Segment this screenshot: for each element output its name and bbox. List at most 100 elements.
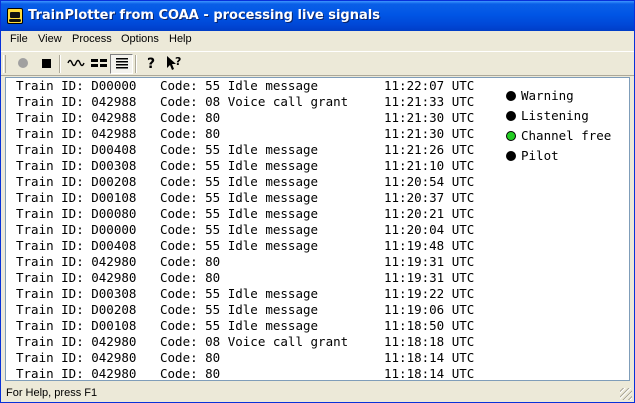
code-cell: Code: 08 Voice call grant xyxy=(160,334,349,349)
record-circle-icon xyxy=(16,56,30,73)
help-button[interactable]: ? xyxy=(139,54,162,74)
context-help-pointer-icon: ? xyxy=(165,55,183,74)
timestamp-cell: 11:19:31 UTC xyxy=(384,254,475,269)
train-id-cell: Train ID: D00108 xyxy=(16,318,137,333)
title-bar[interactable]: TrainPlotter from COAA - processing live… xyxy=(1,1,634,31)
toolbar-separator xyxy=(135,55,137,73)
train-id-cell: Train ID: D00308 xyxy=(16,158,137,173)
code-cell: Code: 55 Idle message xyxy=(160,238,319,253)
svg-text:?: ? xyxy=(175,55,181,68)
indicator-channel-free: Channel free xyxy=(506,126,611,146)
train-id-cell: Train ID: D00408 xyxy=(16,238,137,253)
menu-help[interactable]: Help xyxy=(166,33,195,45)
code-cell: Code: 55 Idle message xyxy=(160,206,319,221)
indicator-pilot: Pilot xyxy=(506,146,611,166)
train-id-cell: Train ID: 042980 xyxy=(16,254,137,269)
indicator-label: Warning xyxy=(521,88,574,103)
indicator-warning: Warning xyxy=(506,86,611,106)
code-cell: Code: 55 Idle message xyxy=(160,190,319,205)
train-id-cell: Train ID: D00000 xyxy=(16,222,137,237)
status-text: For Help, press F1 xyxy=(6,387,98,399)
timestamp-cell: 11:19:31 UTC xyxy=(384,270,475,285)
train-id-cell: Train ID: 042988 xyxy=(16,126,137,141)
code-cell: Code: 55 Idle message xyxy=(160,158,319,173)
code-cell: Code: 80 xyxy=(160,254,221,269)
list-view-button[interactable] xyxy=(110,54,133,74)
code-cell: Code: 55 Idle message xyxy=(160,142,319,157)
toolbar-grip[interactable] xyxy=(3,55,6,73)
menu-view[interactable]: View xyxy=(35,33,65,45)
train-id-cell: Train ID: D00108 xyxy=(16,190,137,205)
status-led-icon xyxy=(506,131,516,141)
indicator-label: Listening xyxy=(521,108,589,123)
status-bar: For Help, press F1 xyxy=(1,384,634,402)
train-id-cell: Train ID: D00408 xyxy=(16,142,137,157)
timestamp-cell: 11:18:14 UTC xyxy=(384,350,475,365)
menu-bar: File View Process Options Help xyxy=(1,31,634,50)
waveform-icon xyxy=(66,56,85,73)
code-cell: Code: 55 Idle message xyxy=(160,78,319,93)
indicator-label: Pilot xyxy=(521,148,559,163)
timestamp-cell: 11:21:30 UTC xyxy=(384,126,475,141)
waveform-button[interactable] xyxy=(64,54,87,74)
timestamp-cell: 11:18:50 UTC xyxy=(384,318,475,333)
timestamp-cell: 11:19:06 UTC xyxy=(384,302,475,317)
train-id-cell: Train ID: D00080 xyxy=(16,206,137,221)
train-id-cell: Train ID: 042988 xyxy=(16,110,137,125)
timestamp-cell: 11:19:22 UTC xyxy=(384,286,475,301)
code-cell: Code: 55 Idle message xyxy=(160,222,319,237)
train-id-cell: Train ID: D00308 xyxy=(16,286,137,301)
toolbar-separator xyxy=(59,55,61,73)
stop-button[interactable] xyxy=(34,54,57,74)
train-id-cell: Train ID: 042980 xyxy=(16,350,137,365)
timestamp-cell: 11:20:54 UTC xyxy=(384,174,475,189)
list-lines-icon xyxy=(115,56,129,73)
train-id-cell: Train ID: 042980 xyxy=(16,366,137,381)
toolbar: ? ? xyxy=(1,51,634,76)
train-id-cell: Train ID: D00000 xyxy=(16,78,137,93)
split-view-button[interactable] xyxy=(87,54,110,74)
timestamp-cell: 11:18:14 UTC xyxy=(384,366,475,381)
timestamp-cell: 11:18:18 UTC xyxy=(384,334,475,349)
train-id-cell: Train ID: D00208 xyxy=(16,174,137,189)
timestamp-cell: 11:21:33 UTC xyxy=(384,94,475,109)
status-led-icon xyxy=(506,151,516,161)
code-cell: Code: 55 Idle message xyxy=(160,318,319,333)
code-cell: Code: 80 xyxy=(160,126,221,141)
indicator-listening: Listening xyxy=(506,106,611,126)
code-cell: Code: 08 Voice call grant xyxy=(160,94,349,109)
indicator-label: Channel free xyxy=(521,128,612,143)
code-cell: Code: 80 xyxy=(160,366,221,381)
svg-text:?: ? xyxy=(147,56,155,71)
status-led-icon xyxy=(506,91,516,101)
stop-square-icon xyxy=(39,56,53,73)
menu-options[interactable]: Options xyxy=(118,33,162,45)
context-help-button[interactable]: ? xyxy=(162,54,185,74)
timestamp-cell: 11:20:04 UTC xyxy=(384,222,475,237)
train-id-cell: Train ID: D00208 xyxy=(16,302,137,317)
train-app-icon[interactable] xyxy=(7,8,23,24)
window-title: TrainPlotter from COAA - processing live… xyxy=(28,8,380,23)
timestamp-cell: 11:21:26 UTC xyxy=(384,142,475,157)
code-cell: Code: 55 Idle message xyxy=(160,174,319,189)
split-view-icon xyxy=(90,56,108,73)
timestamp-cell: 11:20:37 UTC xyxy=(384,190,475,205)
train-id-cell: Train ID: 042980 xyxy=(16,270,137,285)
train-id-cell: Train ID: 042980 xyxy=(16,334,137,349)
record-button[interactable] xyxy=(11,54,34,74)
code-cell: Code: 80 xyxy=(160,110,221,125)
indicator-panel: Warning Listening Channel free Pilot xyxy=(506,86,611,166)
timestamp-cell: 11:19:48 UTC xyxy=(384,238,475,253)
resize-grip[interactable] xyxy=(620,388,632,400)
timestamp-cell: 11:21:10 UTC xyxy=(384,158,475,173)
help-question-icon: ? xyxy=(144,55,158,74)
code-cell: Code: 80 xyxy=(160,350,221,365)
train-id-cell: Train ID: 042988 xyxy=(16,94,137,109)
menu-process[interactable]: Process xyxy=(69,33,115,45)
app-window: TrainPlotter from COAA - processing live… xyxy=(0,0,635,403)
signal-log-view[interactable]: Train ID: D00000 Code: 55 Idle message 11:… xyxy=(5,77,630,381)
timestamp-cell: 11:21:30 UTC xyxy=(384,110,475,125)
timestamp-cell: 11:20:21 UTC xyxy=(384,206,475,221)
status-led-icon xyxy=(506,111,516,121)
menu-file[interactable]: File xyxy=(7,33,31,45)
